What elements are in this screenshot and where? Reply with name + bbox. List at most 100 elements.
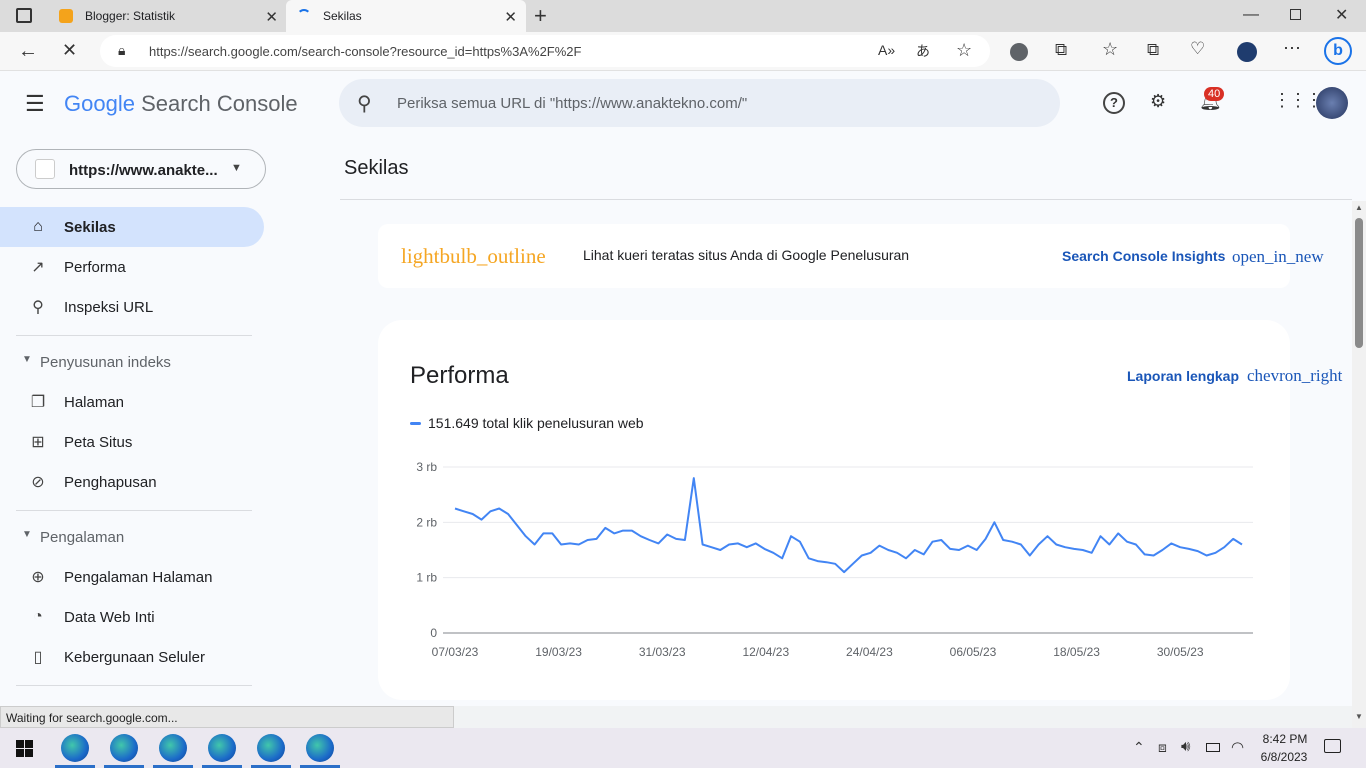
- title-divider: [340, 199, 1352, 200]
- edge-taskbar-icon[interactable]: [159, 734, 187, 762]
- tab-blogger[interactable]: Blogger: Statistik ✕: [48, 0, 286, 32]
- edge-taskbar-icon[interactable]: [306, 734, 334, 762]
- x-tick-label: 30/05/23: [1157, 645, 1204, 659]
- read-aloud-icon[interactable]: A»: [878, 42, 895, 58]
- more-menu-icon[interactable]: ⋯: [1283, 38, 1301, 59]
- google-logo-text: Google: [64, 91, 135, 116]
- close-window-icon[interactable]: ✕: [1335, 5, 1348, 25]
- performance-icon[interactable]: ♡: [1190, 39, 1205, 59]
- meet-now-icon[interactable]: ⧈: [1158, 739, 1167, 756]
- phone-icon: ▯: [33, 649, 43, 666]
- search-console-app: ☰ Google Search Console ⚲ Periksa semua …: [0, 71, 1366, 706]
- url-inspect-search[interactable]: ⚲ Periksa semua URL di "https://www.anak…: [339, 79, 1060, 127]
- tab-title: Sekilas: [323, 9, 362, 23]
- x-tick-label: 12/04/23: [742, 645, 789, 659]
- insights-text: Lihat kueri teratas situs Anda di Google…: [583, 247, 910, 263]
- favorite-star-icon[interactable]: ☆: [956, 40, 972, 61]
- browser-tab-bar: Blogger: Statistik ✕ Sekilas ✕ + — ✕: [0, 0, 1366, 32]
- y-tick-label: 0: [430, 626, 437, 640]
- windows-start-icon[interactable]: [16, 740, 33, 757]
- clock-time[interactable]: 8:42 PM: [1260, 732, 1310, 746]
- volume-icon[interactable]: 🔊︎: [1181, 738, 1190, 755]
- search-icon: ⚲: [32, 299, 44, 316]
- scroll-thumb[interactable]: [1355, 218, 1363, 348]
- add-circle-icon: ⊕: [31, 569, 45, 586]
- url-text: https://search.google.com/search-console…: [149, 44, 582, 59]
- sidebar-item-data-web-inti[interactable]: ◔ Data Web Inti: [0, 597, 264, 637]
- search-console-logo[interactable]: Google Search Console: [64, 91, 298, 117]
- sidebar-item-penghapusan[interactable]: ⊘ Penghapusan: [0, 462, 264, 502]
- extension-icon[interactable]: [1010, 43, 1028, 61]
- restore-icon[interactable]: [1290, 9, 1301, 20]
- chart-legend: 151.649 total klik penelusuran web: [428, 415, 644, 431]
- y-tick-label: 3 rb: [416, 460, 437, 474]
- search-placeholder: Periksa semua URL di "https://www.anakte…: [397, 95, 748, 112]
- y-tick-label: 2 rb: [416, 515, 437, 529]
- show-hidden-icons-icon[interactable]: ⌃: [1133, 739, 1145, 756]
- sidebar-item-kebergunaan-seluler[interactable]: ▯ Kebergunaan Seluler: [0, 637, 264, 677]
- sidebar-item-peta-situs[interactable]: ⊞ Peta Situs: [0, 422, 264, 462]
- visibility-off-icon: ⊘: [31, 474, 45, 491]
- scroll-up-arrow-icon[interactable]: ▲: [1355, 203, 1363, 212]
- close-tab-icon[interactable]: ✕: [504, 8, 517, 26]
- back-icon[interactable]: ←: [18, 40, 38, 63]
- lock-icon[interactable]: 🔒︎: [118, 42, 125, 59]
- sidebar-item-inspeksi-url[interactable]: ⚲ Inspeksi URL: [0, 287, 264, 327]
- edge-taskbar-icon[interactable]: [110, 734, 138, 762]
- sidebar-item-pengalaman-halaman[interactable]: ⊕ Pengalaman Halaman: [0, 557, 264, 597]
- minimize-icon[interactable]: —: [1243, 6, 1259, 24]
- insights-link[interactable]: Search Console Insights: [1062, 248, 1225, 264]
- x-tick-label: 07/03/23: [432, 645, 479, 659]
- performance-title: Performa: [410, 362, 509, 389]
- product-name: Search Console: [141, 91, 298, 116]
- profile-icon[interactable]: [1237, 42, 1257, 62]
- full-report-link[interactable]: Laporan lengkap: [1127, 368, 1239, 384]
- x-tick-label: 06/05/23: [950, 645, 997, 659]
- notification-badge: 40: [1204, 87, 1225, 101]
- address-bar[interactable]: 🔒︎ https://search.google.com/search-cons…: [100, 35, 990, 67]
- new-tab-icon[interactable]: +: [534, 3, 547, 29]
- series-line: [454, 477, 1243, 574]
- scroll-down-arrow-icon[interactable]: ▼: [1355, 712, 1363, 721]
- battery-icon[interactable]: [1206, 743, 1220, 752]
- sidebar-item-sekilas[interactable]: ⌂ Sekilas: [0, 207, 264, 247]
- sitemap-icon: ⊞: [31, 434, 45, 451]
- tab-title: Blogger: Statistik: [85, 9, 176, 23]
- sidebar-divider: [16, 335, 252, 336]
- page-title: Sekilas: [344, 157, 409, 179]
- edge-taskbar-icon[interactable]: [61, 734, 89, 762]
- apps-grid-icon[interactable]: ⋮⋮⋮: [1273, 90, 1323, 111]
- tab-actions-icon[interactable]: [16, 8, 32, 23]
- wifi-icon[interactable]: ◠: [1231, 738, 1244, 756]
- close-tab-icon[interactable]: ✕: [265, 8, 278, 26]
- help-icon[interactable]: ?: [1103, 92, 1125, 114]
- home-icon: ⌂: [33, 218, 43, 235]
- sidebar-item-performa[interactable]: ↗ Performa: [0, 247, 264, 287]
- open-in-new-icon[interactable]: open_in_new: [1232, 247, 1324, 267]
- page-scrollbar[interactable]: ▲ ▼: [1352, 201, 1366, 728]
- favorites-icon[interactable]: ☆: [1102, 39, 1118, 60]
- bing-icon[interactable]: b: [1324, 37, 1352, 65]
- x-tick-label: 31/03/23: [639, 645, 686, 659]
- extensions-puzzle-icon[interactable]: ⧉: [1055, 40, 1067, 60]
- account-avatar[interactable]: [1316, 87, 1348, 119]
- lightbulb-icon: lightbulb_outline: [401, 244, 546, 268]
- collections-icon[interactable]: ⧉: [1147, 40, 1159, 60]
- manage-users-icon[interactable]: ⚙: [1150, 91, 1166, 112]
- insights-card: lightbulb_outline Lihat kueri teratas si…: [378, 224, 1324, 288]
- edge-taskbar-icon[interactable]: [208, 734, 236, 762]
- stop-loading-icon[interactable]: ✕: [62, 40, 77, 61]
- performance-chart: 0 1 rb 2 rb 3 rb 07/03/23 19/03/23 31/03/23 12/…: [416, 460, 1253, 659]
- notification-center-icon[interactable]: [1324, 739, 1341, 753]
- chevron-right-icon[interactable]: chevron_right: [1247, 366, 1342, 386]
- clock-date[interactable]: 6/8/2023: [1256, 750, 1312, 764]
- sidebar-item-halaman[interactable]: ❐ Halaman: [0, 382, 264, 422]
- edge-taskbar-icon[interactable]: [257, 734, 285, 762]
- collapse-caret-icon: ▼: [22, 354, 32, 365]
- loading-icon: [297, 9, 311, 23]
- tab-sekilas[interactable]: Sekilas ✕: [286, 0, 526, 32]
- translate-icon[interactable]: あ: [916, 41, 930, 61]
- status-bar: Waiting for search.google.com...: [0, 706, 454, 728]
- main-menu-icon[interactable]: ☰: [25, 91, 45, 117]
- property-selector[interactable]: https://www.anakte... ▼: [16, 149, 266, 189]
